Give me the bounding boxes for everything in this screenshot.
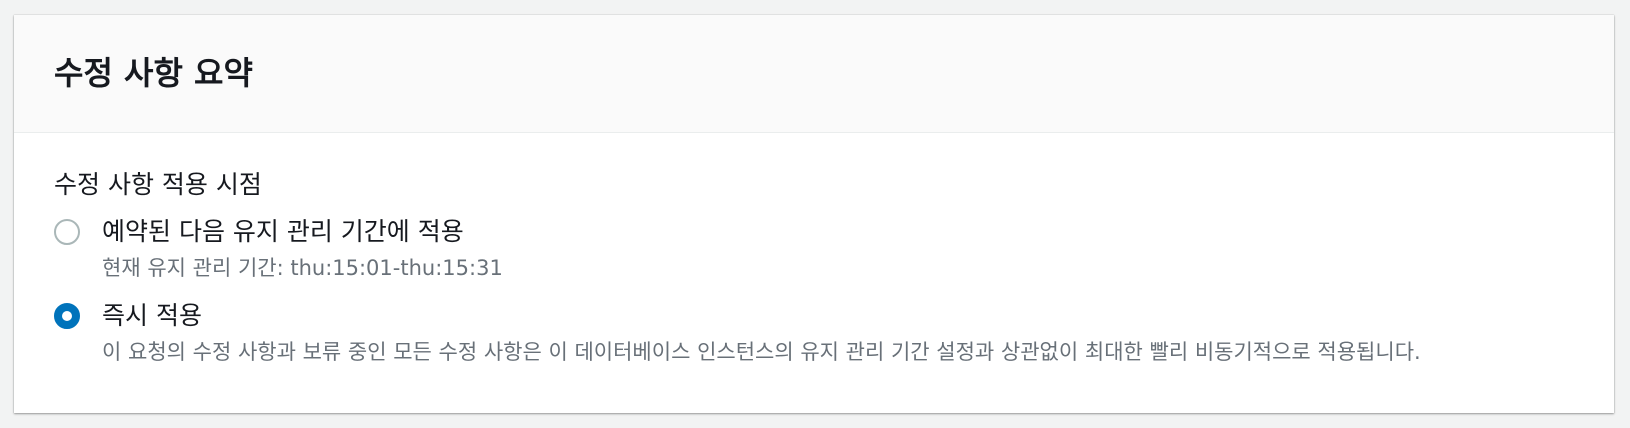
radio-text: 즉시 적용 이 요청의 수정 사항과 보류 중인 모든 수정 사항은 이 데이터…: [102, 299, 1421, 367]
radio-checked-icon[interactable]: [54, 303, 80, 329]
radio-unchecked-icon[interactable]: [54, 219, 80, 245]
radio-description-current-maintenance-window: 현재 유지 관리 기간: thu:15:01-thu:15:31: [102, 256, 503, 280]
radio-label-apply-immediately[interactable]: 즉시 적용: [102, 299, 1421, 333]
radio-label-next-maintenance-window[interactable]: 예약된 다음 유지 관리 기간에 적용: [102, 215, 503, 249]
panel-body: 수정 사항 적용 시점 예약된 다음 유지 관리 기간에 적용 현재 유지 관리…: [14, 133, 1614, 367]
radio-text: 예약된 다음 유지 관리 기간에 적용 현재 유지 관리 기간: thu:15:…: [102, 215, 503, 283]
radio-option-next-maintenance-window[interactable]: 예약된 다음 유지 관리 기간에 적용 현재 유지 관리 기간: thu:15:…: [54, 215, 1614, 283]
radio-description-apply-immediately: 이 요청의 수정 사항과 보류 중인 모든 수정 사항은 이 데이터베이스 인스…: [102, 340, 1421, 364]
radio-option-apply-immediately[interactable]: 즉시 적용 이 요청의 수정 사항과 보류 중인 모든 수정 사항은 이 데이터…: [54, 299, 1614, 367]
modification-summary-panel: 수정 사항 요약 수정 사항 적용 시점 예약된 다음 유지 관리 기간에 적용…: [14, 15, 1614, 413]
apply-timing-label: 수정 사항 적용 시점: [54, 170, 262, 199]
panel-title: 수정 사항 요약: [54, 54, 253, 92]
panel-header: 수정 사항 요약: [14, 15, 1614, 133]
